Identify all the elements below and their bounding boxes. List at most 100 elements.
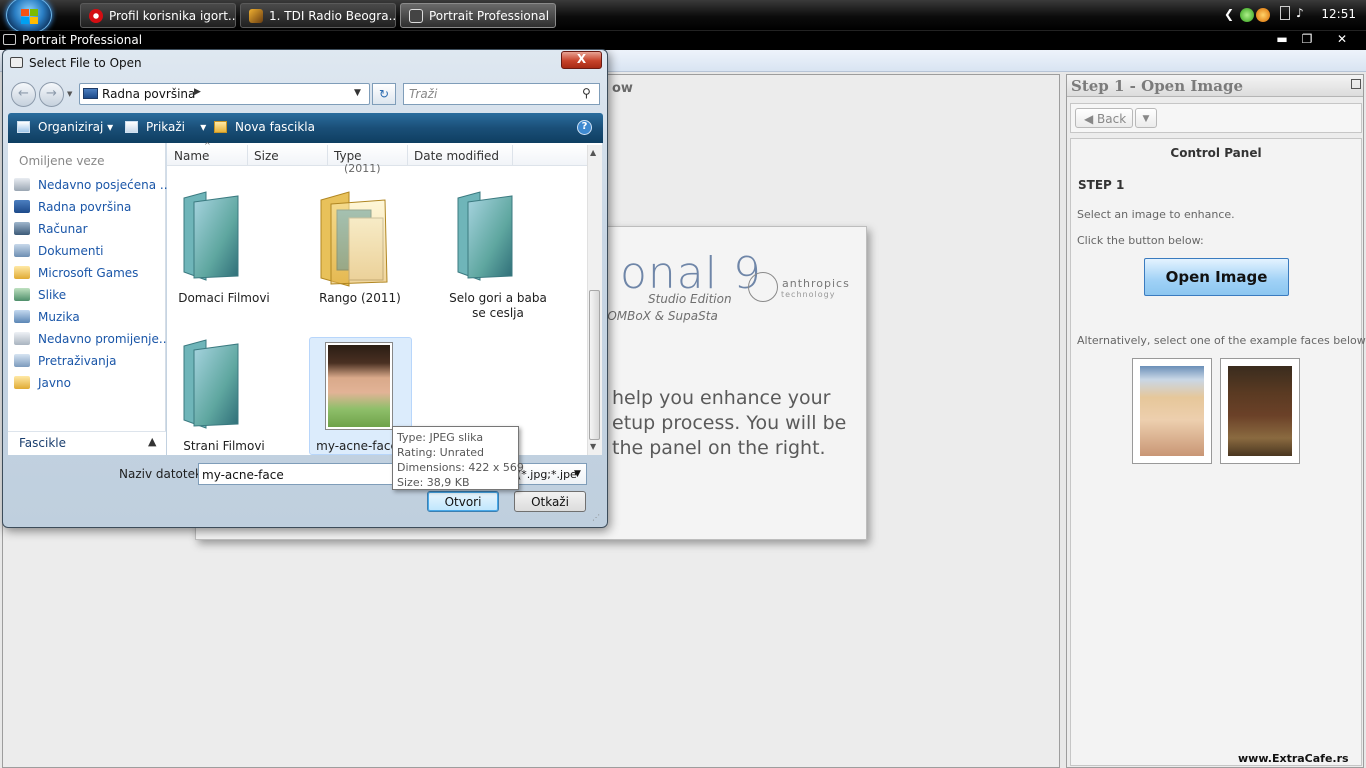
file-item-label: Domaci Filmovi	[178, 291, 270, 305]
tray-app-icon[interactable]	[1240, 8, 1254, 22]
search-input[interactable]: Traži	[403, 83, 600, 105]
search-icon[interactable]: ⚲	[582, 86, 594, 100]
photo-thumbnail	[325, 342, 393, 430]
splash-text-line: etup process. You will be	[612, 412, 847, 434]
breadcrumb-arrow-icon[interactable]: ▶	[194, 87, 201, 97]
forward-nav-button[interactable]: →	[39, 82, 64, 107]
history-dropdown-icon[interactable]: ▼	[67, 90, 72, 98]
alternative-instruction: Alternatively, select one of the example…	[1077, 334, 1366, 347]
help-icon[interactable]: ?	[577, 120, 592, 135]
file-item-label: Rango (2011)	[319, 291, 401, 305]
scroll-down-icon[interactable]: ▼	[590, 442, 596, 451]
organize-menu[interactable]: Organiziraj ▾	[38, 120, 113, 134]
tooltip-rating: Rating: Unrated	[397, 446, 485, 459]
pictures-icon	[14, 288, 30, 301]
fav-item-label: Računar	[38, 222, 88, 236]
taskbar-button-portrait[interactable]: Portrait Professional	[400, 3, 556, 28]
column-separator[interactable]	[327, 145, 328, 166]
app-titlebar: Portrait Professional ▬ ❐ ✕	[0, 31, 1366, 50]
clock[interactable]: 12:51	[1321, 7, 1356, 21]
fav-item-label: Nedavno posjećena ...	[38, 178, 172, 192]
back-button-label: Back	[1097, 112, 1127, 126]
winamp-icon	[249, 9, 263, 23]
tooltip-type: Type: JPEG slika	[397, 431, 484, 444]
start-orb-icon[interactable]	[6, 0, 52, 34]
back-button[interactable]: ◀ Back	[1075, 108, 1133, 128]
back-nav-button[interactable]: ←	[11, 82, 36, 107]
views-menu[interactable]: Prikaži ▾	[146, 120, 206, 134]
file-item-label: my-acne-face	[316, 439, 398, 453]
fav-item-recently-changed[interactable]: Nedavno promijenje...	[14, 332, 170, 348]
folder-icon	[183, 191, 239, 281]
step-title: Step 1 - Open Image	[1071, 77, 1243, 95]
fav-item-music[interactable]: Muzika	[14, 310, 80, 326]
anthropics-name: anthropics	[782, 277, 850, 290]
scrollbar-thumb[interactable]	[589, 290, 600, 440]
column-separator[interactable]	[407, 145, 408, 166]
splash-text-line: help you enhance your	[612, 387, 831, 409]
computer-icon	[14, 222, 30, 235]
tray-app-icon[interactable]	[1256, 8, 1270, 22]
example-face-2[interactable]	[1220, 358, 1300, 464]
fav-item-public[interactable]: Javno	[14, 376, 71, 392]
public-folder-icon	[14, 376, 30, 389]
organize-icon	[17, 121, 30, 133]
face-image-blonde	[1140, 366, 1204, 456]
refresh-button[interactable]: ↻	[372, 83, 396, 105]
opera-icon	[89, 9, 103, 23]
file-item-label: Selo gori a baba se ceslja	[449, 291, 547, 320]
volume-icon[interactable]: ♪	[1296, 6, 1304, 20]
workspace-label: ow	[612, 81, 633, 96]
back-dropdown-button[interactable]: ▼	[1135, 108, 1157, 128]
example-face-1[interactable]	[1132, 358, 1212, 464]
click-instruction: Click the button below:	[1077, 234, 1204, 247]
open-button[interactable]: Otvori	[427, 491, 499, 512]
taskbar: Profil korisnika igort... 1. TDI Radio B…	[0, 0, 1366, 34]
fav-item-recent[interactable]: Nedavno posjećena ...	[14, 178, 171, 194]
anthropics-logo-icon	[748, 272, 778, 302]
cancel-button[interactable]: Otkaži	[514, 491, 586, 512]
close-button[interactable]: ✕	[1331, 32, 1353, 48]
taskbar-button-opera[interactable]: Profil korisnika igort...	[80, 3, 236, 28]
desktop-icon	[83, 88, 98, 99]
network-icon[interactable]	[1280, 6, 1290, 20]
watermark: www.ExtraCafe.rs	[1238, 752, 1349, 765]
views-label: Prikaži	[146, 120, 186, 134]
pin-icon[interactable]	[1351, 79, 1361, 89]
searches-icon	[14, 354, 30, 367]
folder-with-preview-icon	[320, 191, 388, 287]
control-panel-title: Control Panel	[1170, 146, 1262, 160]
column-separator[interactable]	[512, 145, 513, 166]
fav-item-desktop[interactable]: Radna površina	[14, 200, 131, 216]
chevron-down-icon[interactable]: ▼	[574, 469, 581, 479]
folders-label: Fascikle	[19, 436, 67, 450]
scroll-up-icon[interactable]: ▲	[590, 148, 596, 157]
resize-grip-icon[interactable]: ⋰	[592, 513, 600, 522]
recently-changed-icon	[14, 332, 30, 345]
fav-item-games[interactable]: Microsoft Games	[14, 266, 138, 282]
column-date-modified[interactable]: Date modified	[414, 149, 499, 163]
fav-item-computer[interactable]: Računar	[14, 222, 88, 238]
fav-item-searches[interactable]: Pretraživanja	[14, 354, 116, 370]
column-name[interactable]: Name	[174, 149, 209, 163]
column-type[interactable]: Type	[334, 149, 362, 163]
new-folder-icon	[214, 121, 227, 133]
fav-item-label: Pretraživanja	[38, 354, 117, 368]
chevron-up-icon[interactable]: ▲	[148, 435, 156, 448]
taskbar-button-winamp[interactable]: 1. TDI Radio Beogra...	[240, 3, 396, 28]
address-dropdown-icon[interactable]: ▼	[354, 88, 361, 98]
column-size[interactable]: Size	[254, 149, 279, 163]
restore-button[interactable]: ❐	[1296, 32, 1318, 48]
fav-item-documents[interactable]: Dokumenti	[14, 244, 103, 260]
open-image-button[interactable]: Open Image	[1144, 258, 1289, 296]
tray-expand-icon[interactable]: ❮	[1224, 7, 1234, 21]
column-separator[interactable]	[247, 145, 248, 166]
favorites-header: Omiljene veze	[19, 154, 105, 168]
windows-flag-icon	[21, 9, 39, 25]
fav-item-pictures[interactable]: Slike	[14, 288, 66, 304]
new-folder-button[interactable]: Nova fascikla	[235, 120, 315, 134]
dialog-close-button[interactable]: X	[561, 51, 602, 69]
minimize-button[interactable]: ▬	[1271, 32, 1293, 48]
tooltip-size: Size: 38,9 KB	[397, 476, 470, 489]
taskbar-button-label: Profil korisnika igort...	[109, 9, 236, 23]
